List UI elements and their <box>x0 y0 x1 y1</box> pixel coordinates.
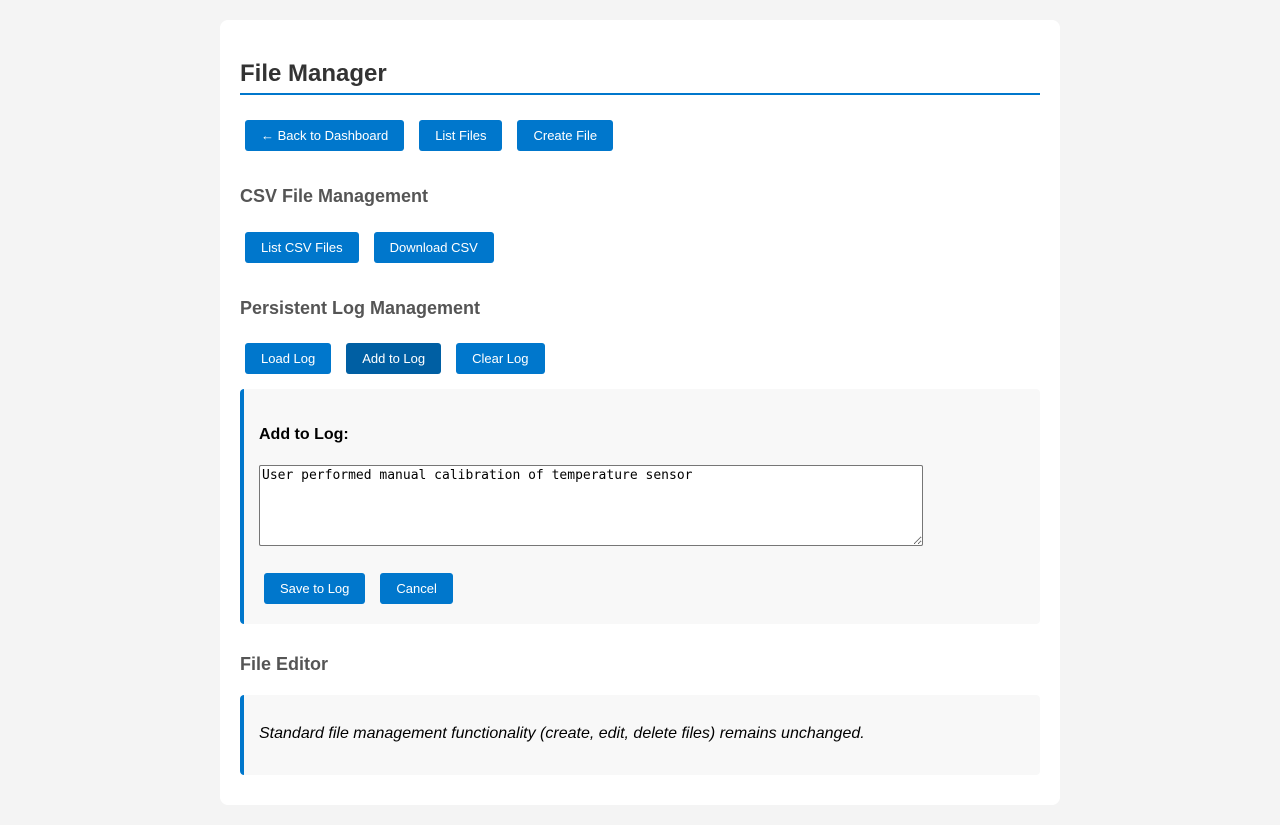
log-panel-buttons: Save to Log Cancel <box>264 573 453 604</box>
csv-section-title: CSV File Management <box>240 186 429 206</box>
log-section-title: Persistent Log Management <box>240 298 481 318</box>
cancel-button[interactable]: Cancel <box>380 573 453 604</box>
clear-log-button[interactable]: Clear Log <box>456 343 545 374</box>
add-to-log-button[interactable]: Add to Log <box>346 343 442 374</box>
log-entry-textarea[interactable]: User performed manual calibration of tem… <box>259 465 923 546</box>
save-to-log-button[interactable]: Save to Log <box>264 573 366 604</box>
download-csv-button[interactable]: Download CSV <box>373 232 494 263</box>
file-manager-card: File Manager ← Back to Dashboard List Fi… <box>220 20 1060 805</box>
page-title: File Manager <box>240 20 1040 95</box>
file-editor-note: Standard file management functionality (… <box>259 725 865 742</box>
add-to-log-label: Add to Log: <box>259 426 349 443</box>
create-file-button[interactable]: Create File <box>517 120 614 151</box>
add-to-log-panel: Add to Log: User performed manual calibr… <box>240 389 1040 624</box>
load-log-button[interactable]: Load Log <box>245 343 332 374</box>
log-button-row: Load Log Add to Log Clear Log <box>240 343 545 374</box>
file-editor-title: File Editor <box>240 654 329 674</box>
back-to-dashboard-button[interactable]: ← Back to Dashboard <box>245 120 405 151</box>
list-files-button[interactable]: List Files <box>419 120 503 151</box>
csv-button-row: List CSV Files Download CSV <box>240 232 494 263</box>
file-editor-note-panel: Standard file management functionality (… <box>240 695 1040 775</box>
nav-button-row: ← Back to Dashboard List Files Create Fi… <box>240 120 614 151</box>
list-csv-files-button[interactable]: List CSV Files <box>245 232 359 263</box>
